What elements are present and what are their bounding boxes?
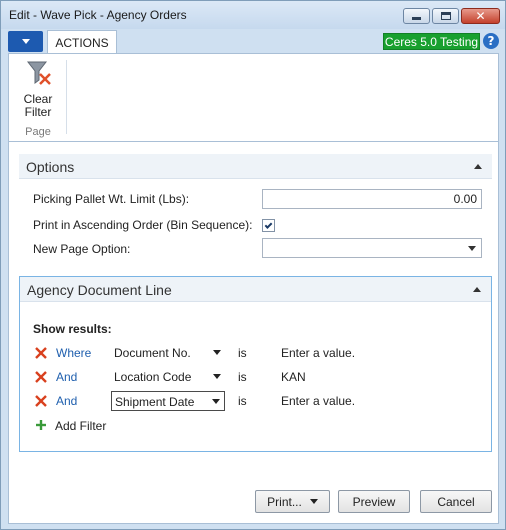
- dialog-window: Edit - Wave Pick - Agency Orders ✕ ACTIO…: [0, 0, 506, 530]
- content-area: Options Picking Pallet Wt. Limit (Lbs): …: [8, 142, 499, 524]
- filter-row: And Shipment Date is Enter a value.: [32, 391, 472, 411]
- ascending-order-checkbox[interactable]: [262, 219, 275, 232]
- clear-filter-button[interactable]: Clear Filter: [15, 60, 61, 119]
- filter-value[interactable]: KAN: [281, 370, 306, 384]
- ribbon-tab-row: ACTIONS Ceres 5.0 Testing ?: [1, 29, 505, 54]
- agency-header[interactable]: Agency Document Line: [20, 277, 491, 302]
- cancel-button[interactable]: Cancel: [420, 490, 492, 513]
- dropdown-icon: [213, 374, 221, 379]
- close-icon: ✕: [475, 9, 486, 23]
- filter-field-select[interactable]: Document No.: [111, 343, 225, 363]
- maximize-button[interactable]: [432, 8, 459, 24]
- clear-filter-label: Clear Filter: [23, 92, 53, 119]
- minimize-icon: [412, 17, 421, 20]
- collapse-icon[interactable]: [473, 287, 481, 292]
- filter-operator: is: [238, 394, 247, 408]
- print-label: Print...: [267, 494, 302, 509]
- help-icon[interactable]: ?: [483, 33, 499, 49]
- filter-row: Where Document No. is Enter a value.: [32, 343, 472, 363]
- options-header[interactable]: Options: [19, 154, 492, 179]
- ribbon-panel: Clear Filter Page: [8, 53, 499, 142]
- filter-value[interactable]: Enter a value.: [281, 346, 355, 360]
- pallet-limit-input[interactable]: [262, 189, 482, 209]
- title-bar: Edit - Wave Pick - Agency Orders ✕: [1, 1, 505, 29]
- remove-filter-icon[interactable]: [35, 395, 47, 407]
- ascending-order-label: Print in Ascending Order (Bin Sequence):: [33, 218, 253, 232]
- dropdown-icon: [213, 350, 221, 355]
- tab-actions[interactable]: ACTIONS: [47, 30, 117, 54]
- window-title: Edit - Wave Pick - Agency Orders: [9, 8, 187, 22]
- environment-badge: Ceres 5.0 Testing: [383, 33, 480, 50]
- ribbon-group-label: Page: [25, 126, 51, 138]
- filter-field-value: Document No.: [114, 346, 191, 360]
- remove-filter-icon[interactable]: [35, 347, 47, 359]
- remove-filter-icon[interactable]: [35, 371, 47, 383]
- add-filter-icon: [36, 420, 46, 430]
- options-title: Options: [26, 159, 75, 175]
- print-button[interactable]: Print...: [255, 490, 330, 513]
- filter-operator: is: [238, 346, 247, 360]
- agency-document-line-fasttab: Agency Document Line Show results: Where…: [19, 276, 492, 452]
- add-filter-button[interactable]: Add Filter: [34, 417, 134, 435]
- preview-button[interactable]: Preview: [338, 490, 410, 513]
- filter-operator: is: [238, 370, 247, 384]
- filter-conjunction[interactable]: Where: [56, 346, 91, 360]
- clear-filter-icon: [26, 61, 51, 85]
- filter-conjunction[interactable]: And: [56, 370, 77, 384]
- collapse-icon[interactable]: [474, 164, 482, 169]
- close-button[interactable]: ✕: [461, 8, 500, 24]
- filter-value[interactable]: Enter a value.: [281, 394, 355, 408]
- dropdown-icon: [468, 246, 476, 251]
- filter-field-select[interactable]: Shipment Date: [111, 391, 225, 411]
- dropdown-icon: [212, 399, 220, 404]
- filter-field-value: Location Code: [114, 370, 192, 384]
- agency-title: Agency Document Line: [27, 282, 172, 298]
- filter-row: And Location Code is KAN: [32, 367, 472, 387]
- show-results-label: Show results:: [33, 322, 112, 336]
- app-menu-button[interactable]: [8, 31, 43, 52]
- add-filter-label: Add Filter: [55, 419, 107, 433]
- app-menu-caret-icon: [21, 39, 30, 44]
- minimize-button[interactable]: [403, 8, 430, 24]
- pallet-limit-label: Picking Pallet Wt. Limit (Lbs):: [33, 192, 190, 206]
- new-page-option-select[interactable]: [262, 238, 482, 258]
- filter-field-value: Shipment Date: [115, 395, 195, 409]
- dropdown-icon: [309, 499, 318, 504]
- maximize-icon: [440, 12, 451, 20]
- filter-conjunction[interactable]: And: [56, 394, 77, 408]
- checkmark-icon: [264, 220, 273, 229]
- filter-field-select[interactable]: Location Code: [111, 367, 225, 387]
- options-fasttab: Options Picking Pallet Wt. Limit (Lbs): …: [19, 154, 492, 264]
- new-page-option-label: New Page Option:: [33, 242, 131, 256]
- ribbon-separator: [66, 60, 67, 134]
